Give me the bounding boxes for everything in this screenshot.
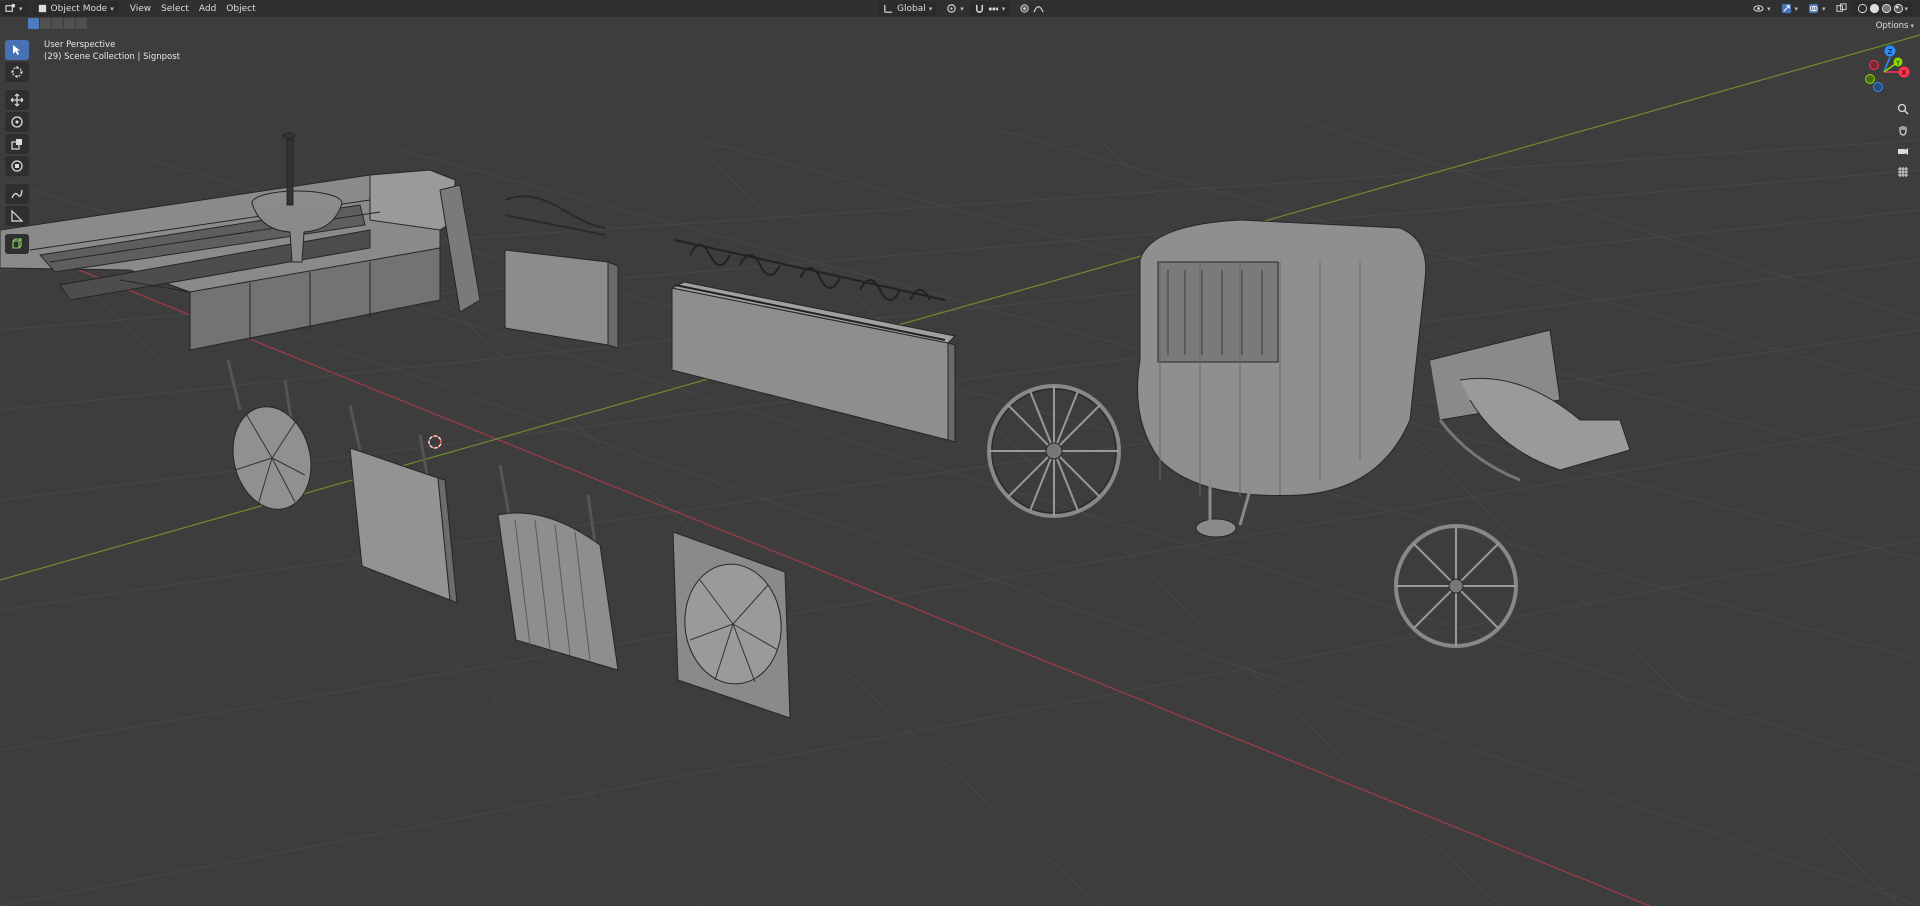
- scale-icon: [11, 139, 22, 150]
- scale-tool[interactable]: [5, 134, 29, 154]
- board-sign[interactable]: [348, 404, 458, 604]
- neg-z-ball[interactable]: [1873, 82, 1883, 92]
- y-axis-label: Y: [1895, 60, 1900, 67]
- pivot-icon: [946, 3, 957, 14]
- 3d-cursor: [428, 435, 442, 449]
- chevron-down-icon: ▾: [1822, 4, 1826, 13]
- rotate-tool[interactable]: [5, 112, 29, 132]
- chevron-down-icon: ▾: [1794, 4, 1799, 13]
- front-wheel: [1394, 524, 1518, 648]
- chevron-down-icon: ▾: [110, 4, 114, 13]
- shading-modes[interactable]: ▾: [1851, 1, 1914, 16]
- editor-type-button[interactable]: ▾: [0, 1, 28, 16]
- proportional-icon: [1019, 3, 1030, 14]
- cube-icon: [12, 238, 22, 249]
- mode-label: Object Mode: [50, 3, 108, 14]
- tool-shelf: [5, 40, 29, 254]
- material-shading-icon[interactable]: [1881, 3, 1892, 14]
- neg-y-ball[interactable]: [1865, 74, 1875, 84]
- fountain-courtyard[interactable]: [0, 132, 481, 351]
- orientation-icon: [883, 3, 894, 14]
- pivot-dropdown[interactable]: ▾: [941, 1, 969, 16]
- annotate-tool[interactable]: [5, 184, 29, 204]
- chevron-down-icon: ▾: [960, 4, 964, 13]
- viewport-header: ▾ Object Mode ▾ View Select Add Object G…: [0, 0, 1920, 17]
- eye-icon: [1753, 3, 1764, 14]
- chevron-down-icon: ▾: [19, 4, 23, 13]
- chevron-down-icon: ▾: [1910, 22, 1914, 30]
- projection-toggle-button[interactable]: [1894, 163, 1911, 180]
- grid-icon: [1897, 166, 1908, 177]
- transform-tool[interactable]: [5, 156, 29, 176]
- proportional-editing-toggle[interactable]: [1014, 1, 1049, 16]
- hand-icon: [1898, 125, 1907, 136]
- chevron-down-icon: ▾: [928, 4, 933, 13]
- chevron-down-icon: ▾: [1767, 4, 1771, 13]
- chevron-down-icon: ▾: [1904, 4, 1909, 13]
- options-dropdown[interactable]: Options ▾: [1876, 21, 1914, 31]
- magnet-icon: [974, 3, 985, 14]
- camera-icon: [1897, 147, 1908, 155]
- cursor-icon: [11, 66, 23, 78]
- round-sign[interactable]: [223, 359, 322, 518]
- solid-shading-icon[interactable]: [1869, 3, 1880, 14]
- falloff-icon: [1033, 3, 1044, 14]
- wireframe-shading-icon[interactable]: [1857, 3, 1868, 14]
- pan-button[interactable]: [1894, 121, 1911, 138]
- transform-icon: [11, 160, 23, 172]
- camera-view-button[interactable]: [1894, 142, 1911, 159]
- orientation-dropdown[interactable]: Global ▾: [878, 1, 938, 16]
- gizmo-icon: [1781, 3, 1792, 14]
- gizmo-toggle[interactable]: ▾: [1776, 1, 1804, 16]
- gate-section[interactable]: [504, 195, 619, 349]
- overlays-toggle[interactable]: ▾: [1803, 1, 1831, 16]
- arched-sign[interactable]: [497, 464, 619, 671]
- snap-increment-icon: [988, 3, 999, 14]
- menu-object[interactable]: Object: [221, 1, 260, 16]
- options-label: Options: [1875, 21, 1909, 31]
- navigation-gizmo[interactable]: X Z Y: [1852, 40, 1916, 100]
- collection-label: (29) Scene Collection | Signpost: [44, 52, 180, 62]
- overlays-icon: [1808, 3, 1819, 14]
- z-axis-label: Z: [1888, 48, 1893, 56]
- annotate-icon: [11, 189, 23, 199]
- snap-toggle[interactable]: ▾: [968, 1, 1011, 16]
- measure-tool[interactable]: [5, 206, 29, 226]
- cursor-tool[interactable]: [5, 62, 29, 82]
- viewport-info: User Perspective (29) Scene Collection |…: [44, 39, 180, 63]
- select-box-icon: [13, 45, 20, 55]
- zoom-button[interactable]: [1894, 100, 1911, 117]
- mode-dropdown[interactable]: Object Mode ▾: [31, 1, 119, 16]
- orientation-label: Global: [897, 3, 926, 14]
- square-sign[interactable]: [672, 531, 791, 719]
- move-icon: [10, 93, 24, 107]
- x-axis-label: X: [1902, 69, 1907, 77]
- menu-view[interactable]: View: [125, 1, 156, 16]
- editor-type-icon: [5, 3, 16, 14]
- zoom-icon: [1897, 103, 1909, 115]
- 3d-viewport[interactable]: User Perspective (29) Scene Collection |…: [0, 17, 1920, 906]
- neg-x-ball[interactable]: [1869, 60, 1879, 70]
- rotate-icon: [11, 116, 23, 128]
- viewport-scene: [0, 34, 1920, 906]
- menu-select[interactable]: Select: [156, 1, 194, 16]
- object-mode-icon: [37, 3, 48, 14]
- select-box-tool[interactable]: [5, 40, 29, 60]
- ruler-icon: [11, 209, 24, 222]
- chevron-down-icon: ▾: [1001, 4, 1006, 13]
- move-tool[interactable]: [5, 90, 29, 110]
- xray-toggle[interactable]: [1831, 1, 1852, 16]
- add-cube-tool[interactable]: [5, 234, 29, 254]
- rear-wheel: [987, 384, 1121, 518]
- rendered-shading-icon[interactable]: [1893, 3, 1904, 14]
- xray-icon: [1836, 3, 1847, 14]
- view-perspective-label: User Perspective: [44, 40, 116, 50]
- visibility-dropdown[interactable]: ▾: [1748, 1, 1776, 16]
- menu-add[interactable]: Add: [194, 1, 221, 16]
- navigation-buttons: [1894, 100, 1911, 180]
